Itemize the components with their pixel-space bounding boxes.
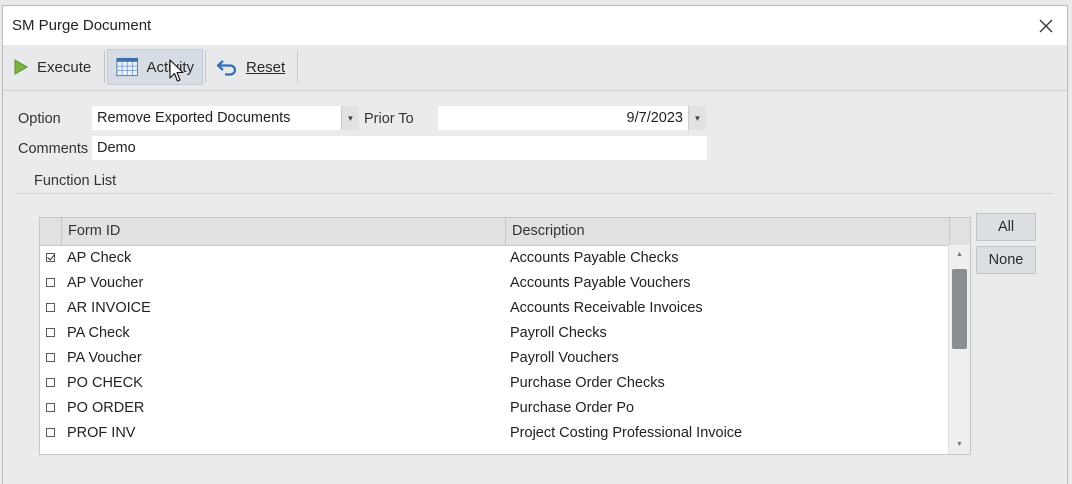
table-row[interactable]: PO ORDER Purchase Order Po bbox=[40, 396, 948, 421]
table-row[interactable]: AP Check Accounts Payable Checks bbox=[40, 246, 948, 271]
row-checkbox[interactable] bbox=[46, 328, 55, 337]
mouse-cursor-icon bbox=[169, 59, 184, 82]
prior-to-value: 9/7/2023 bbox=[626, 110, 683, 126]
option-dropdown-button[interactable]: ▼ bbox=[341, 106, 359, 130]
row-description: Accounts Payable Vouchers bbox=[510, 275, 691, 291]
close-icon bbox=[1039, 19, 1053, 32]
toolbar-separator bbox=[104, 51, 105, 83]
table-row[interactable]: PA Check Payroll Checks bbox=[40, 321, 948, 346]
row-form-id: AP Voucher bbox=[67, 275, 144, 291]
select-all-button[interactable]: All bbox=[976, 213, 1036, 241]
row-description: Payroll Vouchers bbox=[510, 350, 619, 366]
row-checkbox[interactable] bbox=[46, 428, 55, 437]
option-select[interactable]: Remove Exported Documents bbox=[92, 106, 359, 130]
function-list-label: Function List bbox=[34, 173, 117, 189]
column-header-form-id[interactable]: Form ID bbox=[61, 218, 505, 245]
comments-input[interactable]: Demo bbox=[92, 136, 707, 160]
grid-header: Form ID Description bbox=[40, 218, 970, 246]
table-row[interactable]: AR INVOICE Accounts Receivable Invoices bbox=[40, 296, 948, 321]
activity-button[interactable]: Activity bbox=[107, 49, 203, 85]
chevron-down-icon: ▼ bbox=[346, 113, 355, 123]
table-row[interactable]: AP Voucher Accounts Payable Vouchers bbox=[40, 271, 948, 296]
row-form-id: PO ORDER bbox=[67, 400, 145, 416]
row-checkbox[interactable] bbox=[46, 403, 55, 412]
prior-to-date-input[interactable]: 9/7/2023 bbox=[438, 106, 688, 130]
row-description: Accounts Payable Checks bbox=[510, 250, 679, 266]
table-row[interactable]: PA Voucher Payroll Vouchers bbox=[40, 346, 948, 371]
row-description: Project Costing Professional Invoice bbox=[510, 425, 743, 441]
row-form-id: PA Voucher bbox=[67, 350, 142, 366]
scroll-down-icon[interactable]: ▼ bbox=[949, 441, 970, 448]
chevron-down-icon: ▼ bbox=[693, 113, 702, 123]
function-list-grid[interactable]: Form ID Description AP Check Accounts Pa… bbox=[39, 217, 971, 455]
prior-to-dropdown-button[interactable]: ▼ bbox=[688, 106, 706, 130]
row-description: Accounts Receivable Invoices bbox=[510, 300, 703, 316]
undo-arrow-icon bbox=[216, 60, 237, 76]
column-header-description[interactable]: Description bbox=[505, 218, 949, 245]
close-button[interactable] bbox=[1025, 6, 1067, 45]
grid-header-corner bbox=[949, 218, 970, 245]
toolbar: Execute Activity Reset bbox=[3, 45, 1067, 91]
row-checkbox[interactable] bbox=[46, 253, 55, 262]
toolbar-separator bbox=[297, 51, 298, 83]
row-checkbox[interactable] bbox=[46, 378, 55, 387]
row-checkbox[interactable] bbox=[46, 303, 55, 312]
comments-label: Comments bbox=[18, 141, 89, 157]
purge-document-window: SM Purge Document Execute Activity bbox=[2, 5, 1068, 484]
row-form-id: PA Check bbox=[67, 325, 130, 341]
calendar-grid-icon bbox=[116, 57, 139, 77]
select-none-label: None bbox=[988, 252, 1024, 268]
row-checkbox[interactable] bbox=[46, 353, 55, 362]
row-form-id: AR INVOICE bbox=[67, 300, 151, 316]
row-form-id: PROF INV bbox=[67, 425, 136, 441]
play-icon bbox=[14, 59, 28, 75]
select-all-label: All bbox=[997, 219, 1015, 235]
scroll-up-icon[interactable]: ▲ bbox=[949, 251, 970, 258]
title-bar: SM Purge Document bbox=[3, 6, 1067, 45]
row-description: Purchase Order Po bbox=[510, 400, 635, 416]
function-list-divider bbox=[17, 193, 1053, 194]
select-none-button[interactable]: None bbox=[976, 246, 1036, 274]
grid-header-check bbox=[40, 218, 62, 245]
option-label: Option bbox=[18, 111, 61, 127]
grid-vertical-scrollbar[interactable]: ▲ ▼ bbox=[948, 245, 970, 454]
execute-label: Execute bbox=[37, 58, 92, 76]
row-checkbox[interactable] bbox=[46, 278, 55, 287]
table-row[interactable]: PO CHECK Purchase Order Checks bbox=[40, 371, 948, 396]
reset-button[interactable]: Reset bbox=[208, 49, 293, 85]
comments-value: Demo bbox=[97, 140, 136, 156]
execute-button[interactable]: Execute bbox=[5, 49, 99, 85]
prior-to-label: Prior To bbox=[364, 111, 414, 127]
reset-label: Reset bbox=[246, 58, 286, 76]
option-select-value: Remove Exported Documents bbox=[97, 110, 291, 126]
row-form-id: PO CHECK bbox=[67, 375, 143, 391]
row-description: Purchase Order Checks bbox=[510, 375, 665, 391]
row-description: Payroll Checks bbox=[510, 325, 607, 341]
scrollbar-thumb[interactable] bbox=[952, 269, 967, 349]
table-row[interactable]: PROF INV Project Costing Professional In… bbox=[40, 421, 948, 446]
window-title: SM Purge Document bbox=[12, 17, 152, 34]
toolbar-separator bbox=[205, 51, 206, 83]
row-form-id: AP Check bbox=[67, 250, 132, 266]
